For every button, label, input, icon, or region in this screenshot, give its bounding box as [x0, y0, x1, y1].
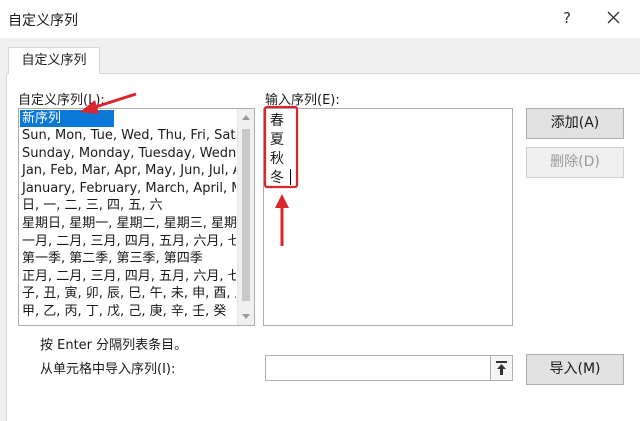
import-label: 从单元格中导入序列(I): — [40, 362, 176, 377]
scroll-up-icon[interactable] — [242, 115, 250, 120]
list-item[interactable]: 子, 丑, 寅, 卯, 辰, 巳, 午, 未, 申, 酉, 戌 — [20, 285, 236, 302]
range-picker-button[interactable] — [490, 355, 513, 381]
list-item[interactable]: Sunday, Monday, Tuesday, Wedn — [20, 145, 236, 162]
help-button[interactable]: ? — [556, 6, 578, 30]
list-item[interactable]: 第一季, 第二季, 第三季, 第四季 — [20, 250, 236, 267]
list-scrollbar[interactable] — [237, 109, 254, 325]
text-caret — [290, 169, 291, 185]
scroll-down-icon[interactable] — [242, 314, 250, 319]
import-range-input[interactable] — [265, 355, 491, 381]
list-item[interactable]: 甲, 乙, 丙, 丁, 戊, 己, 庚, 辛, 壬, 癸 — [20, 303, 236, 320]
tab-divider — [6, 73, 640, 74]
list-item[interactable]: 一月, 二月, 三月, 四月, 五月, 六月, 七 — [20, 233, 236, 250]
import-button[interactable]: 导入(M) — [526, 354, 624, 385]
close-icon — [607, 11, 620, 24]
entry-line: 冬 — [270, 170, 284, 186]
entry-line: 春 — [270, 113, 284, 129]
list-item[interactable]: 正月, 二月, 三月, 四月, 五月, 六月, 七 — [20, 268, 236, 285]
dialog-title: 自定义序列 — [8, 13, 78, 29]
list-item[interactable]: Sun, Mon, Tue, Wed, Thu, Fri, Sat — [20, 127, 236, 144]
title-bar: 自定义序列 ? — [0, 0, 640, 38]
list-entries-textarea[interactable]: 春 夏 秋 冬 — [263, 108, 513, 326]
list-item-new[interactable]: 新序列 — [20, 110, 114, 127]
close-button[interactable] — [600, 6, 626, 30]
scroll-thumb[interactable] — [242, 129, 250, 301]
list-item[interactable]: 日, 一, 二, 三, 四, 五, 六 — [20, 197, 236, 214]
hint-text: 按 Enter 分隔列表条目。 — [40, 338, 188, 353]
range-picker-icon — [496, 361, 507, 375]
list-item[interactable]: Jan, Feb, Mar, Apr, May, Jun, Jul, A — [20, 162, 236, 179]
custom-lists-listbox[interactable]: 新序列 Sun, Mon, Tue, Wed, Thu, Fri, Sat Su… — [18, 108, 255, 326]
list-item[interactable]: January, February, March, April, M — [20, 180, 236, 197]
tab-custom-lists[interactable]: 自定义序列 — [8, 47, 100, 74]
delete-button[interactable]: 删除(D) — [526, 147, 624, 178]
entry-line: 秋 — [270, 151, 284, 167]
add-button[interactable]: 添加(A) — [526, 108, 624, 139]
entry-line: 夏 — [270, 132, 284, 148]
list-item[interactable]: 星期日, 星期一, 星期二, 星期三, 星期 — [20, 215, 236, 232]
list-entries-label: 输入序列(E): — [265, 93, 340, 108]
custom-lists-label: 自定义序列(L): — [18, 93, 105, 108]
